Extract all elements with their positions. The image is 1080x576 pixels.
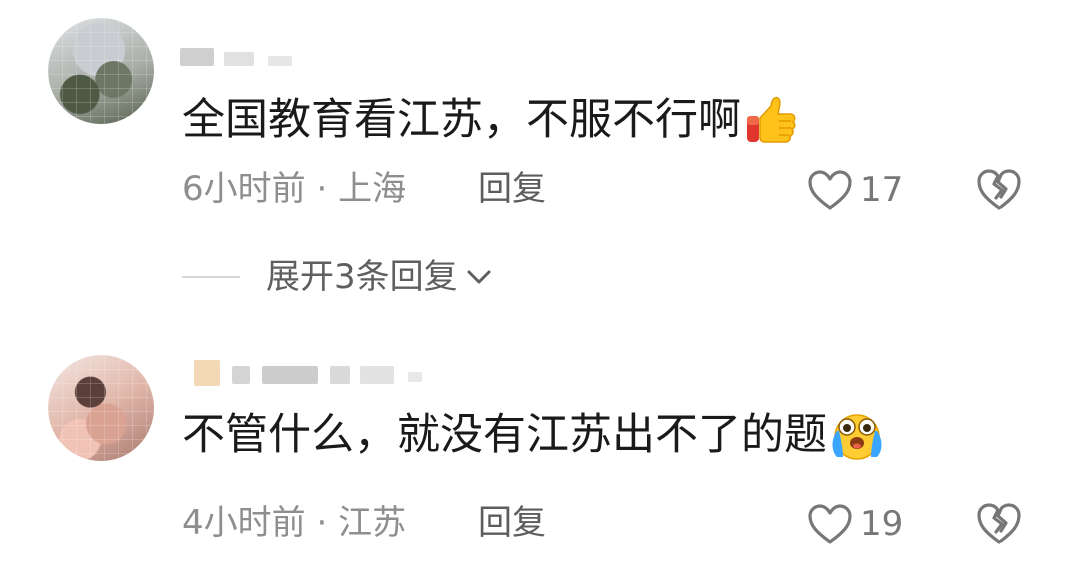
comment-time: 4小时前 bbox=[182, 503, 306, 543]
avatar[interactable] bbox=[48, 18, 154, 124]
divider bbox=[182, 276, 240, 278]
heart-outline-icon bbox=[808, 170, 852, 210]
avatar[interactable] bbox=[48, 355, 154, 461]
comment-item: 全国教育看江苏，不服不行啊 6小时前 · 上海 回复 17 展开3条回复 bbox=[0, 0, 1080, 297]
like-button[interactable]: 19 bbox=[806, 502, 903, 546]
comment-location: 江苏 bbox=[338, 503, 407, 543]
comment-time: 6小时前 bbox=[182, 169, 306, 209]
meta-separator: · bbox=[305, 503, 339, 543]
expand-replies-label: 展开3条回复 bbox=[266, 257, 458, 297]
comment-item: 不管什么，就没有江苏出不了的题 4小时前 · 江苏 回复 19 bbox=[0, 335, 1080, 576]
chevron-down-icon bbox=[467, 270, 491, 284]
heart-outline-icon bbox=[808, 504, 852, 544]
expand-replies[interactable]: 展开3条回复 bbox=[182, 253, 492, 301]
comment-location: 上海 bbox=[338, 169, 407, 209]
crying-face-emoji bbox=[832, 414, 882, 460]
like-button[interactable]: 17 bbox=[806, 168, 903, 212]
reply-button[interactable]: 回复 bbox=[478, 503, 546, 543]
thumbs-up-emoji bbox=[747, 96, 796, 143]
comment-meta: 6小时前 · 上海 回复 bbox=[182, 169, 546, 209]
reply-button[interactable]: 回复 bbox=[478, 169, 546, 209]
comment-text: 不管什么，就没有江苏出不了的题 bbox=[182, 407, 885, 463]
username-blurred[interactable] bbox=[180, 40, 300, 74]
username-blurred[interactable] bbox=[180, 358, 440, 392]
broken-heart-icon[interactable] bbox=[974, 166, 1024, 212]
comment-text: 全国教育看江苏，不服不行啊 bbox=[182, 92, 799, 148]
meta-separator: · bbox=[305, 169, 339, 209]
like-count: 19 bbox=[860, 504, 904, 544]
comment-meta: 4小时前 · 江苏 回复 bbox=[182, 503, 546, 543]
like-count: 17 bbox=[860, 170, 904, 210]
broken-heart-icon[interactable] bbox=[974, 500, 1024, 546]
